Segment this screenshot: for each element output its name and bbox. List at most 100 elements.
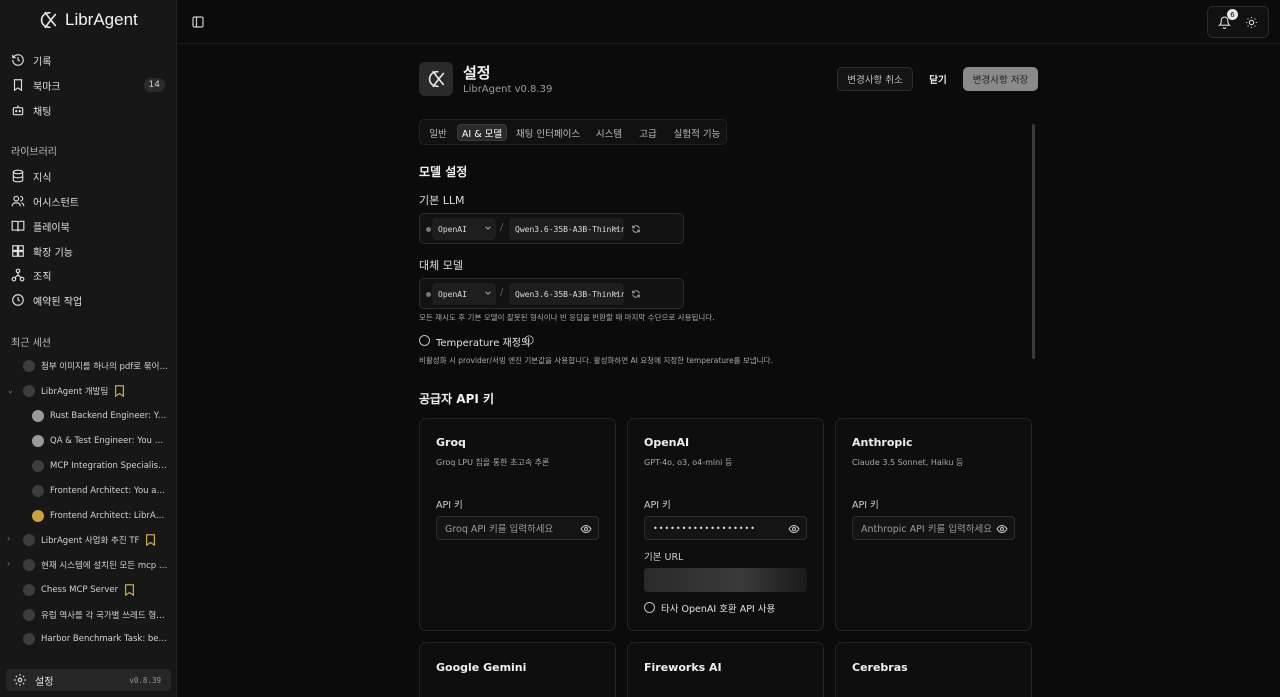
- library-section-label: 라이브러리: [11, 147, 57, 158]
- session-avatar: [32, 485, 44, 497]
- model-settings-heading: 모델 설정: [419, 165, 468, 179]
- provider-card-fireworks: Fireworks AI: [627, 642, 824, 697]
- nav-organization[interactable]: 조직: [6, 264, 171, 286]
- session-avatar: [23, 609, 35, 621]
- save-changes-button[interactable]: 변경사항 저장: [963, 67, 1038, 91]
- tab-experimental[interactable]: 실험적 기능: [670, 124, 724, 141]
- session-avatar: [32, 510, 44, 522]
- tab-ai-models[interactable]: AI & 모델: [457, 124, 507, 141]
- page-subtitle: LibrAgent v0.8.39: [463, 84, 553, 95]
- chevron-right-icon[interactable]: ›: [7, 559, 15, 568]
- bookmark-flag-icon: [146, 534, 156, 546]
- page-title: 설정: [463, 64, 491, 82]
- brand[interactable]: LibrAgent: [37, 9, 138, 31]
- default-llm-label: 기본 LLM: [419, 194, 465, 207]
- session-avatar: [32, 460, 44, 472]
- provider-card-cerebras: Cerebras: [835, 642, 1032, 697]
- session-group[interactable]: LibrAgent 개발팀: [23, 381, 168, 401]
- bookmark-flag-icon: [115, 385, 125, 397]
- session-item[interactable]: Frontend Architect: You are r...: [32, 481, 168, 501]
- openai-base-url-input[interactable]: [644, 568, 807, 592]
- libragent-logo-icon: [40, 11, 57, 29]
- eye-icon[interactable]: [996, 523, 1008, 535]
- session-group[interactable]: LibrAgent 사업화 추진 TF: [23, 530, 168, 550]
- sidebar-settings-button[interactable]: 설정 v0.8.39: [6, 669, 171, 691]
- provider-card-gemini: Google Gemini: [419, 642, 616, 697]
- nav-assistants[interactable]: 어시스턴트: [6, 190, 171, 212]
- openai-compatible-label: 타사 OpenAI 호환 API 사용: [661, 604, 776, 615]
- sun-icon[interactable]: [1245, 16, 1258, 29]
- provider-card-anthropic: Anthropic Claude 3.5 Sonnet, Haiku 등 API…: [835, 418, 1032, 631]
- database-icon: [12, 169, 24, 183]
- default-model-select[interactable]: Qwen3.6-35B-A3B-Thinking: [509, 218, 624, 240]
- default-provider-select[interactable]: OpenAI: [432, 218, 496, 240]
- chevron-down-icon: [613, 226, 619, 230]
- nav-extensions[interactable]: 확장 기능: [6, 240, 171, 262]
- fallback-provider-select[interactable]: OpenAI: [432, 283, 496, 305]
- puzzle-icon: [12, 245, 24, 257]
- refresh-icon[interactable]: [631, 224, 641, 234]
- eye-icon[interactable]: [788, 523, 800, 535]
- session-avatar: [32, 435, 44, 447]
- anthropic-api-key-input[interactable]: Anthropic API 키를 입력하세요: [852, 516, 1015, 540]
- chevron-down-icon: [485, 226, 491, 230]
- fallback-model-row: OpenAI / Qwen3.6-35B-A3B-Thinking: [419, 278, 684, 309]
- status-dot: [426, 292, 431, 297]
- bookmark-count-badge: 14: [143, 78, 165, 92]
- sidebar: LibrAgent 기록 북마크 14 채팅 라이브러리 지식 어시스턴트 플레…: [0, 0, 177, 697]
- default-llm-row: OpenAI / Qwen3.6-35B-A3B-Thinking: [419, 213, 684, 244]
- session-item[interactable]: Chess MCP Server: [23, 580, 168, 600]
- info-icon[interactable]: [524, 335, 534, 345]
- session-item[interactable]: Rust Backend Engineer: You ...: [32, 406, 168, 426]
- session-item[interactable]: 첨부 이미지를 하나의 pdf로 묶어서 ...: [23, 356, 168, 376]
- notification-count-badge: 6: [1227, 9, 1238, 20]
- tab-chat-interface[interactable]: 채팅 인터페이스: [513, 124, 583, 141]
- libragent-logo-icon: [428, 70, 445, 88]
- temperature-override-checkbox[interactable]: [419, 335, 430, 346]
- bookmark-flag-icon: [125, 584, 135, 596]
- fallback-model-select[interactable]: Qwen3.6-35B-A3B-Thinking: [509, 283, 624, 305]
- nav-knowledge[interactable]: 지식: [6, 165, 171, 187]
- tab-advanced[interactable]: 고급: [634, 124, 662, 141]
- content-scrollbar[interactable]: [1032, 124, 1035, 359]
- chevron-down-icon: [485, 291, 491, 295]
- settings-tabs: 일반 AI & 모델 채팅 인터페이스 시스템 고급 실험적 기능: [419, 119, 727, 145]
- discard-changes-button[interactable]: 변경사항 취소: [837, 67, 913, 91]
- session-item[interactable]: QA & Test Engineer: You are r...: [32, 431, 168, 451]
- tab-system[interactable]: 시스템: [591, 124, 627, 141]
- chevron-down-icon[interactable]: ⌄: [7, 386, 15, 395]
- chevron-down-icon: [613, 291, 619, 295]
- openai-compatible-checkbox[interactable]: [644, 602, 655, 613]
- sidebar-toggle-icon[interactable]: [192, 16, 204, 28]
- session-item[interactable]: 유럽 역사를 각 국가별 쓰레드 형태...: [23, 605, 168, 625]
- top-actions: 6: [1207, 6, 1269, 38]
- fallback-model-label: 대체 모델: [419, 259, 463, 272]
- nav-history[interactable]: 기록: [6, 49, 171, 71]
- nav-chat[interactable]: 채팅: [6, 99, 171, 121]
- chevron-right-icon[interactable]: ›: [7, 534, 15, 543]
- separator: /: [500, 287, 504, 298]
- nav-scheduled[interactable]: 예약된 작업: [6, 289, 171, 311]
- nav-playbooks[interactable]: 플레이북: [6, 215, 171, 237]
- provider-card-openai: OpenAI GPT-4o, o3, o4-mini 등 API 키 •••••…: [627, 418, 824, 631]
- status-dot: [426, 227, 431, 232]
- session-avatar: [23, 385, 35, 397]
- session-avatar: [23, 584, 35, 596]
- settings-logo: [419, 62, 453, 96]
- refresh-icon[interactable]: [631, 289, 641, 299]
- session-item[interactable]: Frontend Architect: LibrAgen...: [32, 506, 168, 526]
- nav-bookmarks[interactable]: 북마크 14: [6, 74, 171, 96]
- tab-general[interactable]: 일반: [423, 124, 453, 141]
- recent-sessions-label: 최근 세션: [11, 338, 51, 349]
- groq-api-key-input[interactable]: Groq API 키를 입력하세요: [436, 516, 599, 540]
- session-item[interactable]: Harbor Benchmark Task: bench: [23, 629, 168, 649]
- version-label: v0.8.39: [129, 675, 161, 685]
- session-group[interactable]: 현재 시스템에 설치된 모든 mcp ser...: [23, 555, 168, 575]
- session-avatar: [23, 360, 35, 372]
- close-button[interactable]: 닫기: [922, 67, 954, 91]
- eye-icon[interactable]: [580, 523, 592, 535]
- session-item[interactable]: MCP Integration Specialist: Y...: [32, 456, 168, 476]
- openai-api-key-input[interactable]: ••••••••••••••••••: [644, 516, 807, 540]
- gear-icon: [14, 674, 26, 686]
- session-avatar: [23, 534, 35, 546]
